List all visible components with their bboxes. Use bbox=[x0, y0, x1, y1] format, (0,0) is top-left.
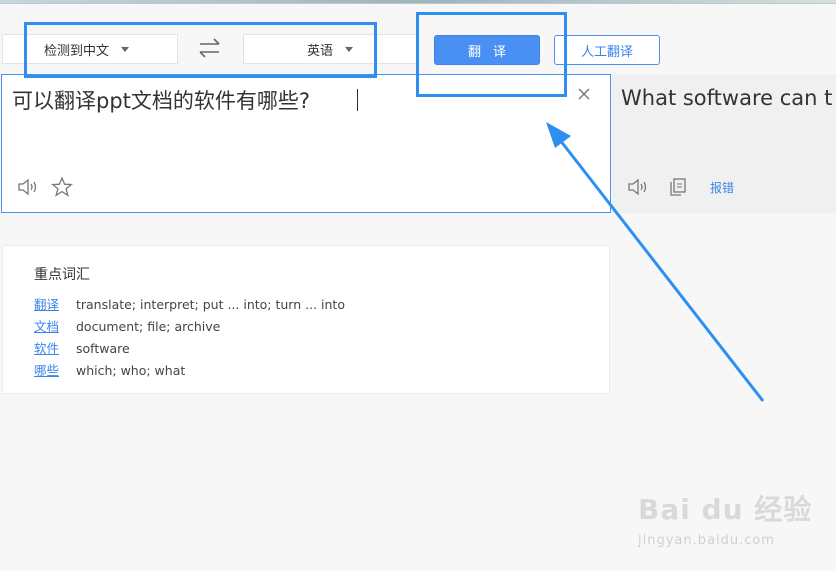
watermark-url: jingyan.baidu.com bbox=[638, 533, 775, 548]
watermark-logo: Bai du 经验 bbox=[638, 493, 813, 526]
baidu-jingyan-watermark: Bai du 经验 bbox=[638, 488, 812, 528]
annotation-arrow bbox=[546, 122, 765, 402]
